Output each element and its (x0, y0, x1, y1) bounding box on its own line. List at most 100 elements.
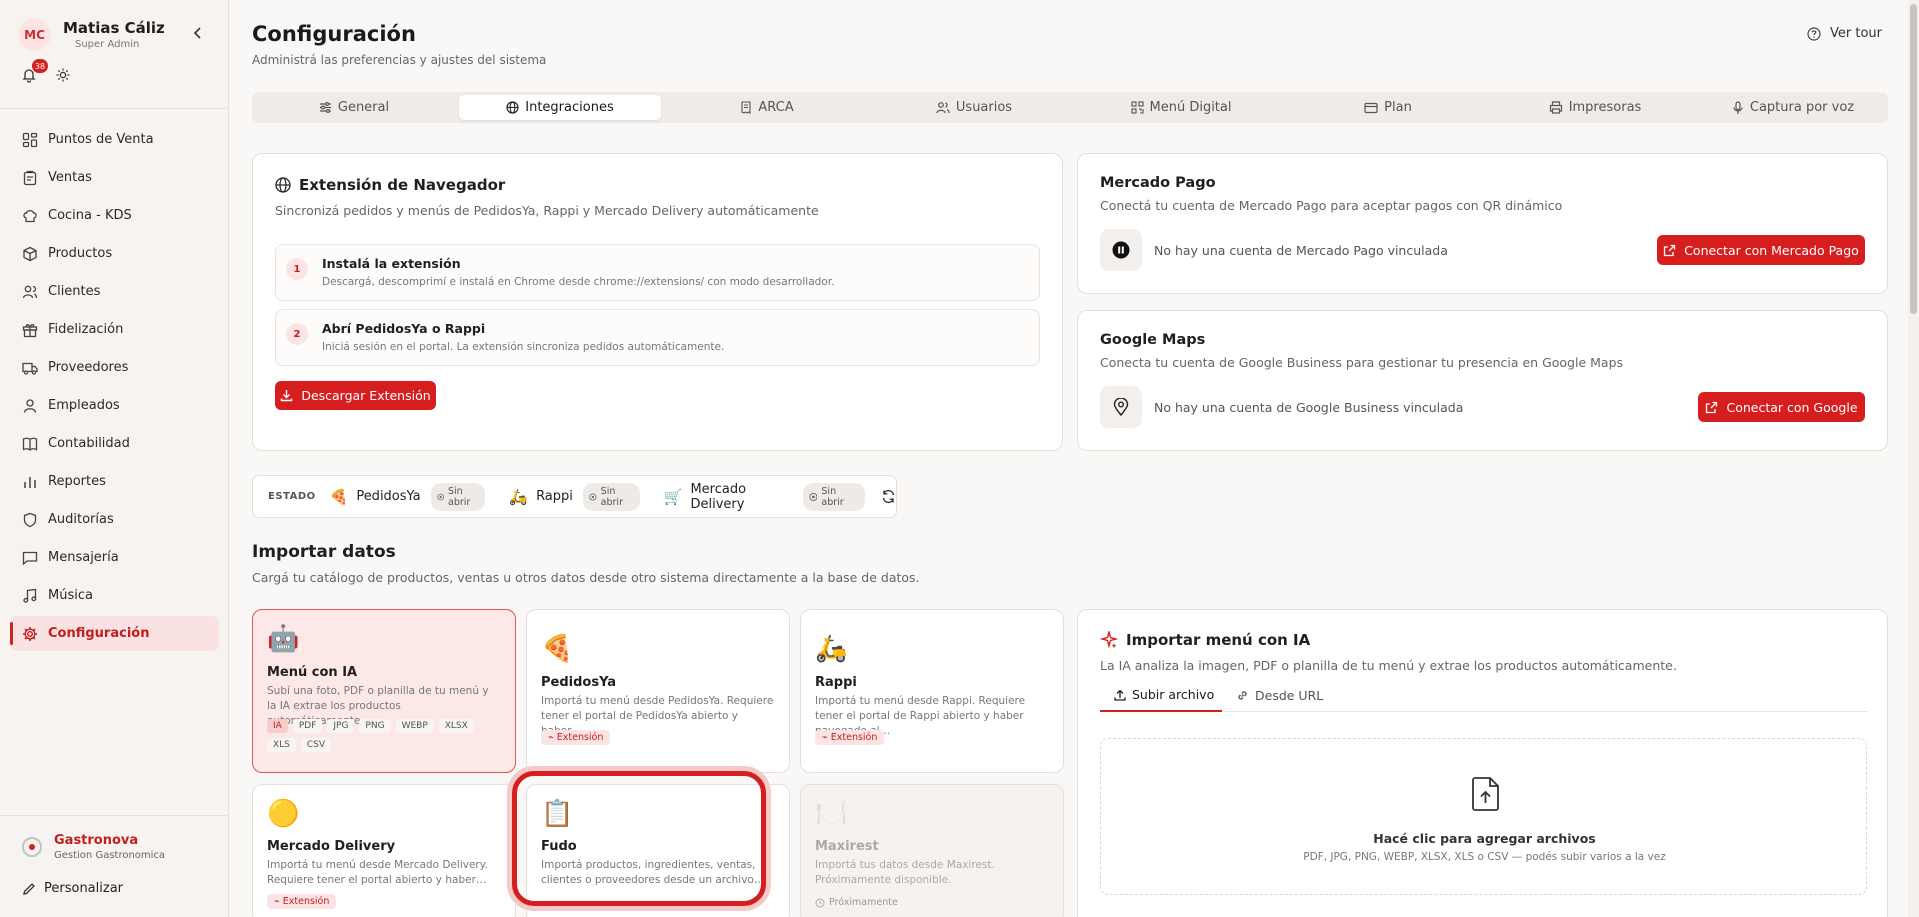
button-label: Conectar con Mercado Pago (1684, 242, 1859, 258)
download-extension-button[interactable]: Descargar Extensión (275, 381, 436, 410)
chef-hat-icon (22, 208, 48, 224)
status-label: ESTADO (268, 491, 316, 502)
page-title: Configuración (252, 22, 416, 46)
upload-tabs: Subir archivo Desde URL (1100, 679, 1867, 712)
connection-status: No hay una cuenta de Mercado Pago vincul… (1154, 243, 1448, 258)
tile-description: Importá productos, ingredientes, ventas,… (541, 859, 765, 886)
section-subtitle: Cargá tu catálogo de productos, ventas u… (252, 570, 920, 585)
music-icon (22, 588, 48, 604)
tab-captura-por-voz[interactable]: Captura por voz (1701, 95, 1885, 120)
card-subtitle: Conecta tu cuenta de Google Business par… (1100, 355, 1624, 370)
ai-menu-import-card: Importar menú con IA La IA analiza la im… (1077, 609, 1888, 917)
tab-general[interactable]: General (255, 95, 453, 120)
file-dropzone[interactable]: Hacé clic para agregar archivos PDF, JPG… (1100, 738, 1867, 895)
sidebar-item-productos[interactable]: Productos (10, 236, 219, 271)
tile-description: Importá tu menú desde Mercado Delivery. … (267, 859, 488, 886)
grid-icon (22, 132, 48, 148)
tab-label: Integraciones (525, 100, 614, 115)
refresh-icon[interactable] (881, 489, 896, 504)
sidebar-item-configuracion[interactable]: Configuración (10, 616, 219, 651)
tab-plan[interactable]: Plan (1287, 95, 1489, 120)
platform-name: Mercado Delivery (690, 481, 747, 512)
card-title: Importar menú con IA (1126, 631, 1311, 649)
card-title: Google Maps (1100, 332, 1206, 348)
tab-label: Desde URL (1255, 688, 1324, 703)
sliders-icon (319, 101, 338, 114)
sun-icon[interactable] (56, 68, 70, 82)
integration-status-bar: ESTADO 🍕 PedidosYa Sin abrir 🛵 Rappi Sin… (252, 475, 897, 518)
step-number: 2 (286, 323, 308, 345)
tile-title: Menú con IA (267, 665, 358, 680)
box-icon (22, 246, 48, 262)
step-description: Iniciá sesión en el portal. La extensión… (322, 341, 725, 353)
import-tile-menu-ia[interactable]: 🤖 Menú con IA Subí una foto, PDF o plani… (252, 609, 516, 773)
import-tile-pedidosya[interactable]: 🍕 PedidosYa Importá tu menú desde Pedido… (526, 609, 790, 773)
user-profile[interactable]: MC Matias Cáliz Super Admin (18, 18, 165, 51)
sidebar-item-label: Cocina - KDS (48, 208, 132, 223)
tab-label: Subir archivo (1132, 687, 1215, 702)
tab-integraciones[interactable]: Integraciones (459, 95, 661, 120)
users-icon (936, 101, 956, 114)
tab-upload-file[interactable]: Subir archivo (1100, 679, 1222, 712)
format-badge: XLSX (438, 719, 474, 733)
connect-mercado-pago-button[interactable]: Conectar con Mercado Pago (1657, 235, 1865, 265)
import-tile-mercado-delivery[interactable]: 🟡 Mercado Delivery Importá tu menú desde… (252, 784, 516, 917)
brand-name: Gastronova (54, 833, 139, 848)
personalize-label: Personalizar (44, 881, 124, 896)
google-maps-card: Google Maps Conecta tu cuenta de Google … (1077, 310, 1888, 451)
settings-tabs: General Integraciones ARCA Usuarios Menú… (252, 92, 1888, 123)
chevron-left-icon[interactable] (192, 26, 204, 40)
tile-title: Mercado Delivery (267, 839, 396, 854)
sidebar-item-reportes[interactable]: Reportes (10, 464, 219, 499)
tab-usuarios[interactable]: Usuarios (873, 95, 1075, 120)
tab-label: Plan (1384, 100, 1412, 115)
sidebar-item-contabilidad[interactable]: Contabilidad (10, 426, 219, 461)
sidebar-item-label: Empleados (48, 398, 120, 413)
tile-title: Fudo (541, 839, 577, 854)
page-subtitle: Administrá las preferencias y ajustes de… (252, 53, 547, 67)
step-description: Descargá, descomprimí e instalá en Chrom… (322, 276, 835, 288)
scooter-icon: 🛵 (815, 634, 848, 664)
tab-menu-digital[interactable]: Menú Digital (1080, 95, 1282, 120)
extension-badge: ⌁ Extensión (815, 730, 885, 745)
sidebar-item-cocina-kds[interactable]: Cocina - KDS (10, 198, 219, 233)
extension-badge: ⌁ Extensión (541, 730, 611, 745)
import-tile-fudo[interactable]: 📋 Fudo Importá productos, ingredientes, … (526, 784, 790, 917)
truck-icon (22, 360, 48, 376)
sidebar-item-proveedores[interactable]: Proveedores (10, 350, 219, 385)
platform-pedidosya: 🍕 PedidosYa Sin abrir (330, 482, 486, 511)
clipboard-icon: 📋 (541, 799, 574, 829)
sidebar-item-clientes[interactable]: Clientes (10, 274, 219, 309)
platform-name: Rappi (536, 489, 573, 504)
sidebar-item-empleados[interactable]: Empleados (10, 388, 219, 423)
tile-title: PedidosYa (541, 675, 617, 690)
step-title: Instalá la extensión (322, 256, 461, 271)
sidebar-item-puntos-de-venta[interactable]: Puntos de Venta (10, 122, 219, 157)
dropzone-subtitle: PDF, JPG, PNG, WEBP, XLSX, XLS o CSV — p… (1303, 851, 1666, 863)
sidebar-item-ventas[interactable]: Ventas (10, 160, 219, 195)
sidebar-item-auditorias[interactable]: Auditorías (10, 502, 219, 537)
sidebar-item-musica[interactable]: Música (10, 578, 219, 613)
shield-icon (22, 512, 48, 528)
connect-google-button[interactable]: Conectar con Google (1698, 392, 1865, 422)
page-scrollbar[interactable] (1908, 0, 1919, 917)
tab-label: General (337, 100, 390, 115)
personalize-button[interactable]: Personalizar (22, 881, 123, 896)
clipboard-icon (22, 170, 48, 186)
tile-description: Importá tus datos desde Maxirest. Próxim… (815, 859, 995, 886)
scrollbar-thumb[interactable] (1910, 4, 1917, 314)
divider (0, 108, 229, 109)
sidebar-item-mensajeria[interactable]: Mensajería (10, 540, 219, 575)
tab-impresoras[interactable]: Impresoras (1494, 95, 1696, 120)
gift-icon (22, 322, 48, 338)
import-tile-rappi[interactable]: 🛵 Rappi Importá tu menú desde Rappi. Req… (800, 609, 1064, 773)
yellow-circle-icon: 🟡 (267, 799, 300, 829)
tab-from-url[interactable]: Desde URL (1236, 679, 1336, 712)
globe-icon (506, 101, 525, 114)
status-badge: Sin abrir (582, 482, 640, 511)
tab-arca[interactable]: ARCA (666, 95, 868, 120)
help-circle-icon (1807, 26, 1830, 41)
tour-button[interactable]: Ver tour (1807, 26, 1882, 41)
sidebar-item-fidelizacion[interactable]: Fidelización (10, 312, 219, 347)
brand[interactable]: Gastronova Gestion Gastronomica (22, 833, 165, 861)
